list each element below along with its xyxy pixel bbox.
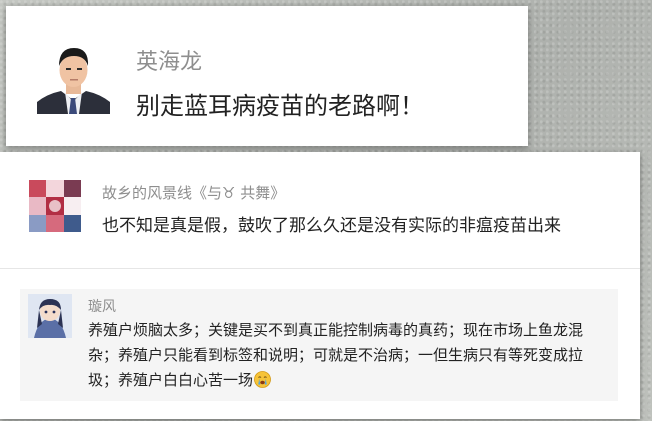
collage-avatar-icon (29, 180, 81, 232)
comment-text: 也不知是真是假，鼓吹了那么久还是没有实际的非瘟疫苗出来 (102, 216, 561, 236)
comment-text: 养殖户烦脑太多；关键是买不到真正能控制病毒的真药；现在市场上鱼龙混杂；养殖户只能… (88, 321, 584, 389)
comment-card-bottom: 故乡的风景线《与♉ 共舞》 也不知是真是假，鼓吹了那么久还是没有实际的非瘟疫苗出… (0, 152, 640, 419)
author-name[interactable]: 英海龙 (136, 44, 202, 76)
avatar[interactable] (28, 294, 72, 338)
man-portrait-icon (37, 36, 110, 114)
author-name[interactable]: 故乡的风景线《与♉ 共舞》 (102, 182, 285, 203)
divider (0, 268, 640, 269)
comment-card-top: 英海龙 别走蓝耳病疫苗的老路啊！ (6, 6, 528, 146)
avatar[interactable] (37, 36, 110, 114)
avatar[interactable] (29, 180, 81, 232)
anime-avatar-icon (28, 294, 72, 338)
crying-face-icon (254, 371, 271, 388)
reply-text-container: 养殖户烦脑太多；关键是买不到真正能控制病毒的真药；现在市场上鱼龙混杂；养殖户只能… (88, 318, 608, 393)
author-name[interactable]: 璇风 (88, 296, 116, 316)
comment-text: 别走蓝耳病疫苗的老路啊！ (136, 92, 424, 120)
reply-box: 璇风 养殖户烦脑太多；关键是买不到真正能控制病毒的真药；现在市场上鱼龙混杂；养殖… (20, 289, 618, 401)
